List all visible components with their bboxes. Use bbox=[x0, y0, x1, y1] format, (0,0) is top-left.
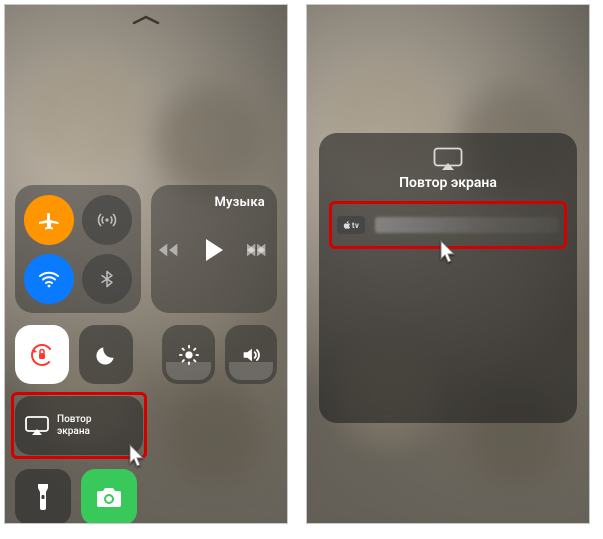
play-icon[interactable] bbox=[203, 238, 225, 262]
previous-track-icon[interactable] bbox=[159, 242, 181, 258]
music-module[interactable]: Музыка bbox=[151, 185, 277, 313]
screen-mirroring-panel: Повтор экрана tv bbox=[319, 133, 577, 423]
cellular-data-toggle[interactable] bbox=[82, 195, 132, 245]
airplay-device-row[interactable]: tv bbox=[329, 205, 567, 245]
camera-button[interactable] bbox=[81, 469, 137, 524]
apple-tv-badge-text: tv bbox=[352, 221, 359, 230]
airplay-icon bbox=[25, 416, 49, 436]
next-track-icon[interactable] bbox=[247, 242, 269, 258]
airplane-mode-toggle[interactable] bbox=[24, 195, 74, 245]
music-label: Музыка bbox=[163, 195, 265, 210]
collapse-chevron-icon[interactable] bbox=[132, 15, 160, 25]
annotation-cursor-icon bbox=[438, 239, 460, 265]
wallpaper-blob bbox=[155, 85, 265, 195]
screen-mirroring-button[interactable]: Повтор экрана bbox=[15, 396, 143, 455]
screenshot-pair: Музыка bbox=[4, 4, 603, 535]
screen-mirroring-label: Повтор экрана bbox=[57, 414, 91, 438]
bluetooth-toggle[interactable] bbox=[82, 254, 132, 304]
device-name-redacted bbox=[375, 217, 559, 233]
wifi-toggle[interactable] bbox=[24, 254, 74, 304]
brightness-slider[interactable] bbox=[162, 325, 214, 384]
do-not-disturb-toggle[interactable] bbox=[79, 325, 133, 384]
flashlight-button[interactable] bbox=[15, 469, 71, 524]
panel-title: Повтор экрана bbox=[399, 175, 497, 191]
control-center: Музыка bbox=[15, 185, 277, 524]
orientation-lock-toggle[interactable] bbox=[15, 325, 69, 384]
music-controls bbox=[163, 238, 265, 262]
phone-left-control-center: Музыка bbox=[4, 4, 288, 524]
wallpaper-blob bbox=[25, 55, 145, 175]
volume-slider[interactable] bbox=[225, 325, 277, 384]
connectivity-module[interactable] bbox=[15, 185, 141, 313]
annotation-cursor-icon bbox=[127, 443, 149, 469]
phone-right-mirroring-panel: Повтор экрана tv bbox=[306, 4, 590, 524]
airplay-icon bbox=[433, 147, 463, 171]
apple-tv-badge-icon: tv bbox=[337, 216, 365, 234]
